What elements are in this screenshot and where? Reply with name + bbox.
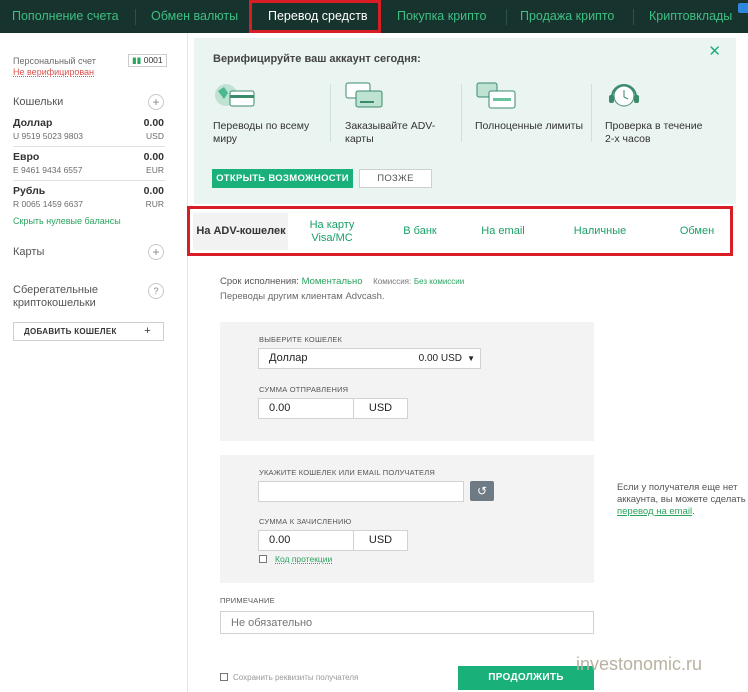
send-amount-label: СУММА ОТПРАВЛЕНИЯ — [259, 385, 349, 394]
sidebar: Персональный счет Не верифицирован ▮▮ 00… — [0, 33, 188, 692]
world-transfer-icon — [215, 84, 255, 107]
sender-panel: ВЫБЕРИТЕ КОШЕЛЕК Доллар 0.00 USD ▼ СУММА… — [220, 322, 594, 441]
wallet-select-value: Доллар — [269, 352, 308, 364]
choose-wallet-label: ВЫБЕРИТЕ КОШЕЛЕК — [259, 335, 343, 344]
account-status[interactable]: Не верифицирован — [13, 67, 94, 77]
continue-button[interactable]: ПРОДОЛЖИТЬ — [458, 666, 594, 690]
add-wallet-plus-icon[interactable]: + — [148, 94, 164, 110]
nav-sell-crypto[interactable]: Продажа крипто — [520, 0, 614, 33]
recipient-input[interactable] — [258, 481, 464, 502]
receive-currency[interactable]: USD — [353, 530, 408, 551]
wallet-name[interactable]: Евро — [13, 151, 39, 163]
later-button[interactable]: ПОЗЖЕ — [359, 169, 432, 188]
nav-separator — [506, 9, 507, 25]
highlight-frame — [187, 206, 733, 256]
watermark: investonomic.ru — [576, 654, 703, 674]
feature-text: Проверка в течение 2-х часов — [605, 120, 703, 145]
send-currency[interactable]: USD — [353, 398, 408, 419]
wallet-currency: RUR — [145, 199, 164, 209]
verification-banner: Верифицируйте ваш аккаунт сегодня: ✕ Пер… — [194, 38, 736, 204]
add-wallet-label: ДОБАВИТЬ КОШЕЛЕК — [24, 327, 117, 336]
help-icon[interactable]: ? — [148, 283, 164, 299]
nav-separator — [135, 9, 136, 25]
support-headset-icon — [609, 84, 639, 107]
wallet-name[interactable]: Рубль — [13, 185, 45, 197]
fee-value: Без комиссии — [413, 277, 465, 286]
card-order-icon — [345, 82, 383, 108]
protection-code-checkbox[interactable] — [259, 555, 267, 563]
save-details-checkbox[interactable] — [220, 673, 228, 681]
chevron-down-icon: ▼ — [467, 354, 475, 363]
term-value: Моментально — [301, 276, 363, 287]
account-level-badge: ▮▮ 0001 — [128, 54, 167, 67]
protection-code-link[interactable]: Код протекции — [275, 554, 332, 564]
wallet-number: E 9461 9434 6557 — [13, 165, 83, 175]
divider — [461, 84, 462, 142]
save-details-label: Сохранить реквизиты получателя — [233, 673, 359, 682]
receive-amount-input[interactable]: 0.00 — [258, 530, 354, 551]
email-hint: Если у получателя еще нет аккаунта, вы м… — [617, 482, 746, 517]
feature-text: Переводы по всему миру — [213, 120, 310, 145]
recipient-panel: УКАЖИТЕ КОШЕЛЕК ИЛИ EMAIL ПОЛУЧАТЕЛЯ ↺ С… — [220, 455, 594, 583]
receive-amount-label: СУММА К ЗАЧИСЛЕНИЮ — [259, 517, 352, 526]
cards-title: Карты — [13, 246, 45, 258]
email-hint-text: Если у получателя еще нет аккаунта, вы м… — [617, 482, 746, 505]
divider — [591, 84, 592, 142]
history-icon[interactable]: ↺ — [470, 481, 494, 501]
term-row: Срок исполнения: Моментально Комиссия: Б… — [220, 276, 464, 287]
limits-icon — [476, 82, 516, 109]
account-level: 0001 — [143, 55, 163, 65]
wallet-select[interactable]: Доллар 0.00 USD ▼ — [258, 348, 481, 369]
account-label: Персональный счет — [13, 56, 96, 66]
wallet-name[interactable]: Доллар — [13, 117, 52, 129]
fee-label: Комиссия: — [373, 277, 412, 286]
note-input[interactable] — [220, 611, 594, 634]
nav-exchange[interactable]: Обмен валюты — [151, 0, 238, 33]
divider — [330, 84, 331, 142]
hide-zero-balances-link[interactable]: Скрыть нулевые балансы — [13, 216, 121, 226]
divider — [13, 146, 165, 147]
transfer-description: Переводы другим клиентам Advcash. — [220, 291, 385, 302]
wallet-currency: USD — [146, 131, 164, 141]
savings-title: Сберегательные криптокошельки — [13, 284, 99, 309]
level-bars-icon: ▮▮ — [132, 55, 144, 65]
verify-title: Верифицируйте ваш аккаунт сегодня: — [213, 53, 421, 65]
highlight-frame — [249, 0, 381, 33]
wallets-title: Кошельки — [13, 96, 64, 108]
add-wallet-button[interactable]: ДОБАВИТЬ КОШЕЛЕК + — [13, 322, 164, 341]
wallet-number: U 9519 5023 9803 — [13, 131, 83, 141]
wallet-balance: 0.00 — [143, 185, 164, 197]
email-transfer-link[interactable]: перевод на email — [617, 506, 692, 517]
nav-buy-crypto[interactable]: Покупка крипто — [397, 0, 486, 33]
recipient-label: УКАЖИТЕ КОШЕЛЕК ИЛИ EMAIL ПОЛУЧАТЕЛЯ — [259, 468, 435, 477]
feature-text: Заказывайте ADV-карты — [345, 120, 436, 145]
nav-separator — [633, 9, 634, 25]
note-label: ПРИМЕЧАНИЕ — [220, 596, 275, 605]
plus-icon: + — [144, 325, 151, 337]
nav-topup[interactable]: Пополнение счета — [12, 0, 119, 33]
wallet-balance: 0.00 — [143, 151, 164, 163]
open-features-button[interactable]: ОТКРЫТЬ ВОЗМОЖНОСТИ — [212, 169, 353, 188]
feature-text: Полноценные лимиты — [475, 120, 583, 132]
wallet-number: R 0065 1459 6637 — [13, 199, 83, 209]
term-label: Срок исполнения: — [220, 276, 299, 287]
divider — [13, 180, 165, 181]
new-badge — [738, 3, 748, 13]
add-card-plus-icon[interactable]: + — [148, 244, 164, 260]
send-amount-input[interactable]: 0.00 — [258, 398, 354, 419]
close-icon[interactable]: ✕ — [708, 42, 721, 60]
wallet-select-balance: 0.00 USD — [418, 353, 462, 364]
nav-crypto-deposits[interactable]: Криптовклады — [649, 0, 732, 33]
wallet-currency: EUR — [146, 165, 164, 175]
wallet-balance: 0.00 — [143, 117, 164, 129]
